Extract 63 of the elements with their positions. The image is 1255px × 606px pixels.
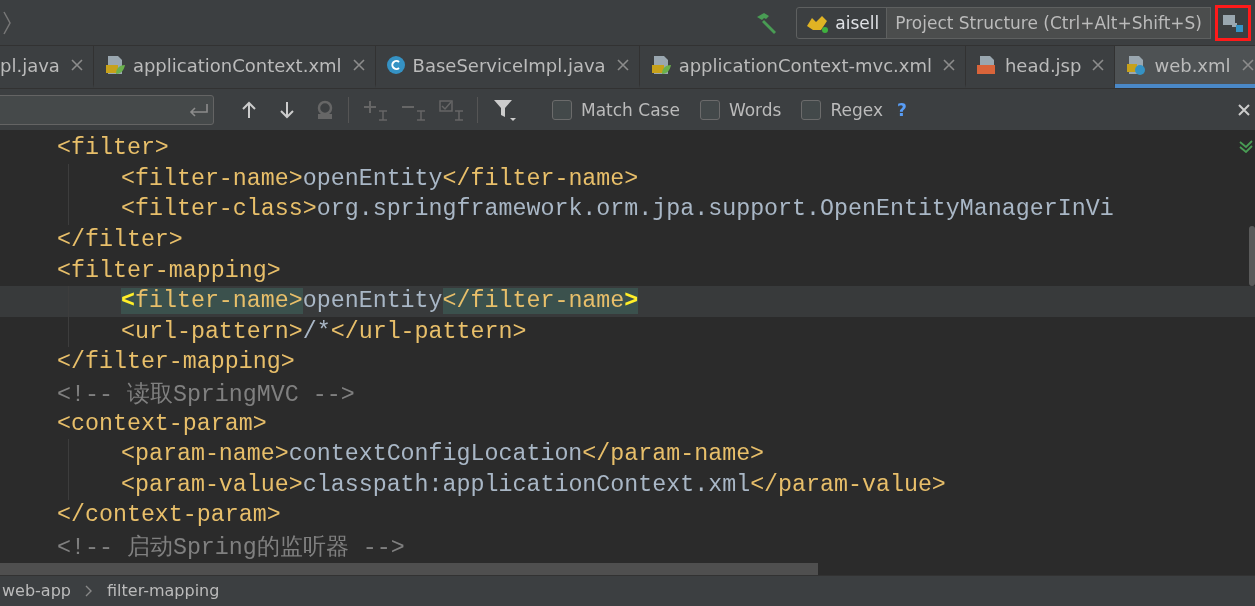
jsp-file-icon bbox=[975, 54, 998, 76]
check-icon bbox=[1239, 139, 1253, 153]
code-token: <context-param> bbox=[57, 410, 267, 437]
code-token: <filter-class> bbox=[121, 196, 317, 223]
code-token: </filter-name> bbox=[442, 165, 639, 192]
code-token: /* bbox=[302, 318, 331, 345]
close-icon[interactable] bbox=[1092, 59, 1105, 71]
breadcrumb[interactable]: web-app bbox=[2, 583, 71, 599]
code-token: </filter-mapping> bbox=[57, 349, 295, 376]
code-token: </url-pattern> bbox=[330, 318, 527, 345]
help-link[interactable]: ? bbox=[897, 99, 907, 120]
code-token: </filter> bbox=[57, 227, 183, 254]
search-field[interactable] bbox=[0, 94, 214, 125]
close-icon[interactable] bbox=[70, 59, 83, 71]
web-xml-icon bbox=[1125, 54, 1148, 76]
code-token: <filter> bbox=[57, 135, 169, 162]
scrollbar-thumb[interactable] bbox=[0, 563, 818, 575]
code-token: <filter-name> bbox=[121, 165, 303, 192]
enter-icon bbox=[187, 101, 209, 118]
code-token: classpath:applicationContext.xml bbox=[302, 471, 751, 498]
code-token: <url-pattern> bbox=[121, 318, 303, 345]
code-token: < bbox=[121, 288, 135, 315]
code-token: </param-value> bbox=[750, 471, 946, 498]
checkbox-label[interactable]: Match Case bbox=[581, 99, 680, 120]
code-token: openEntity bbox=[302, 165, 443, 192]
chevron-icon[interactable] bbox=[2, 9, 12, 36]
arrow-up-icon[interactable] bbox=[240, 99, 258, 120]
code-token: <param-value> bbox=[121, 471, 303, 498]
editor-tab[interactable]: pl.java bbox=[0, 46, 94, 88]
code-token: openEntity bbox=[302, 288, 443, 315]
code-comment: <!-- 启动Spring的监听器 --> bbox=[57, 533, 405, 562]
code-token: > bbox=[624, 288, 639, 315]
checkbox-label[interactable]: Words bbox=[728, 99, 782, 120]
code-token: filter-name> bbox=[135, 288, 303, 315]
code-token: </param-name> bbox=[582, 441, 765, 468]
close-icon[interactable] bbox=[942, 59, 955, 71]
arrow-down-icon[interactable] bbox=[278, 99, 296, 120]
select-all-occurrences-icon[interactable] bbox=[439, 98, 465, 121]
checkbox[interactable] bbox=[801, 99, 822, 120]
project-structure-icon bbox=[1222, 12, 1244, 33]
code-token: org.springframework.orm.jpa.support.OpenEntityManagerInVi bbox=[316, 196, 1114, 223]
project-structure-button[interactable] bbox=[1215, 4, 1251, 41]
close-icon[interactable] bbox=[352, 59, 365, 71]
checkbox[interactable] bbox=[699, 99, 720, 120]
class-icon bbox=[385, 55, 406, 75]
code-token: </context-param> bbox=[57, 502, 281, 529]
chevron-icon bbox=[85, 585, 93, 597]
code-token: <filter-mapping> bbox=[57, 257, 281, 284]
scrollbar-thumb[interactable] bbox=[1249, 226, 1255, 286]
xml-file-icon bbox=[103, 54, 126, 76]
xml-file-icon bbox=[649, 54, 672, 76]
tooltip: Project Structure (Ctrl+Alt+Shift+S) bbox=[886, 6, 1211, 39]
code-token: <param-name> bbox=[121, 441, 289, 468]
add-occurrence-icon[interactable] bbox=[363, 98, 389, 121]
checkbox-label[interactable]: Regex bbox=[830, 99, 883, 120]
checkbox[interactable] bbox=[552, 99, 572, 120]
close-icon[interactable] bbox=[1237, 102, 1251, 117]
close-icon[interactable] bbox=[616, 59, 629, 71]
breadcrumb[interactable]: filter-mapping bbox=[107, 583, 220, 599]
code-token: </filter-name bbox=[442, 288, 625, 315]
code-comment: <!-- 读取SpringMVC --> bbox=[57, 380, 355, 409]
editor-tab[interactable]: web.xml bbox=[1115, 46, 1255, 88]
code-token: contextConfigLocation bbox=[288, 441, 583, 468]
